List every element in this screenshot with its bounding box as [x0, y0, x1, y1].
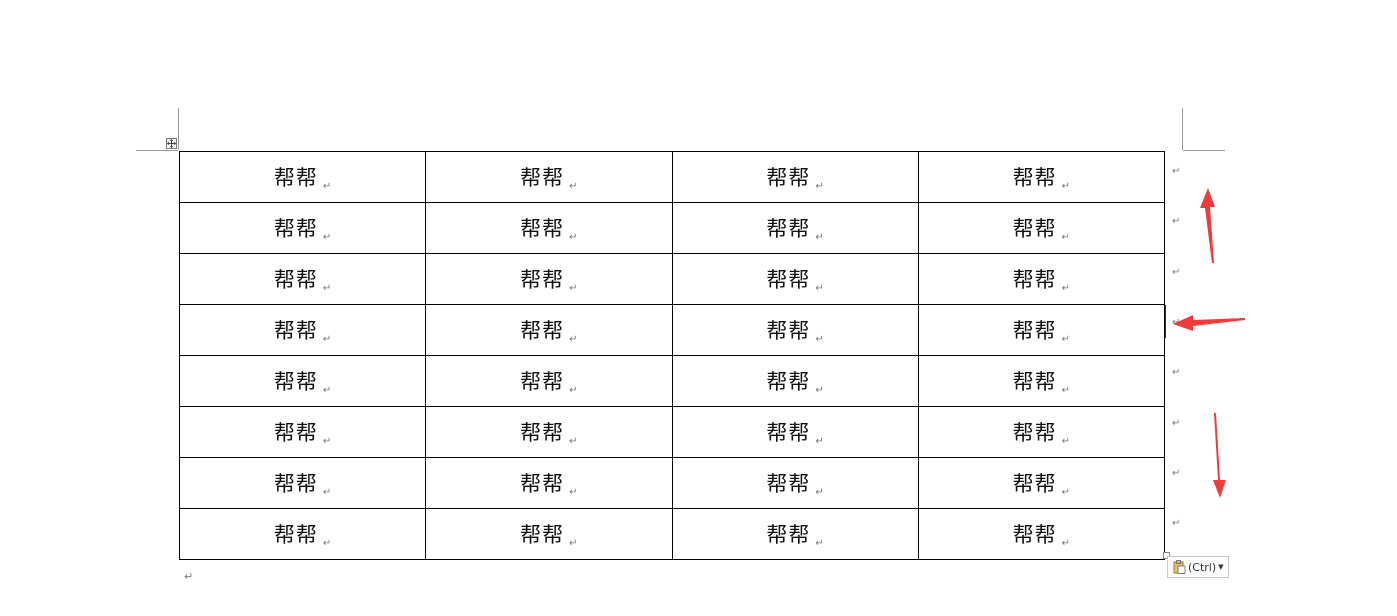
arrow-down-annotation: [1213, 413, 1226, 498]
arrow-left-annotation: [1173, 315, 1245, 331]
arrow-up-annotation: [1200, 188, 1215, 263]
annotation-arrows: [1173, 188, 1245, 498]
